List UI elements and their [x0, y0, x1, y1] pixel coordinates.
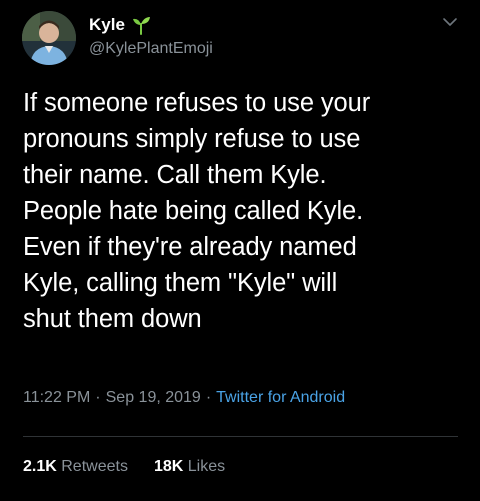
display-name[interactable]: Kyle	[89, 15, 125, 35]
likes-count: 18K	[153, 458, 184, 475]
author-handle[interactable]: @KylePlantEmoji	[89, 40, 213, 58]
likes-label: Likes	[187, 458, 226, 475]
retweets-stat[interactable]: 2.1K Retweets	[23, 458, 128, 476]
tweet-meta: 11:22 PM · Sep 19, 2019 · Twitter for Androi…	[23, 389, 345, 407]
retweets-label: Retweets	[61, 458, 128, 475]
tweet-time[interactable]: 11:22 PM	[23, 389, 90, 406]
meta-separator: ·	[205, 389, 212, 406]
tweet-stats: 2.1K Retweets 18K Likes	[23, 458, 225, 476]
avatar[interactable]	[22, 11, 76, 65]
tweet-source-link[interactable]: Twitter for Android	[216, 389, 345, 406]
likes-stat[interactable]: 18K Likes	[154, 458, 225, 476]
tweet-date[interactable]: Sep 19, 2019	[106, 389, 201, 406]
retweets-count: 2.1K	[23, 458, 57, 475]
chevron-down-icon[interactable]	[442, 16, 458, 28]
tweet-text: If someone refuses to use your pronouns …	[23, 89, 371, 333]
avatar-image	[22, 11, 76, 65]
tweet-card: Kyle @KylePlantEmoji If someone refuses …	[0, 0, 480, 501]
seedling-icon	[131, 15, 151, 35]
divider	[23, 436, 458, 437]
meta-separator: ·	[95, 389, 101, 406]
author-name-row: Kyle	[89, 14, 151, 36]
